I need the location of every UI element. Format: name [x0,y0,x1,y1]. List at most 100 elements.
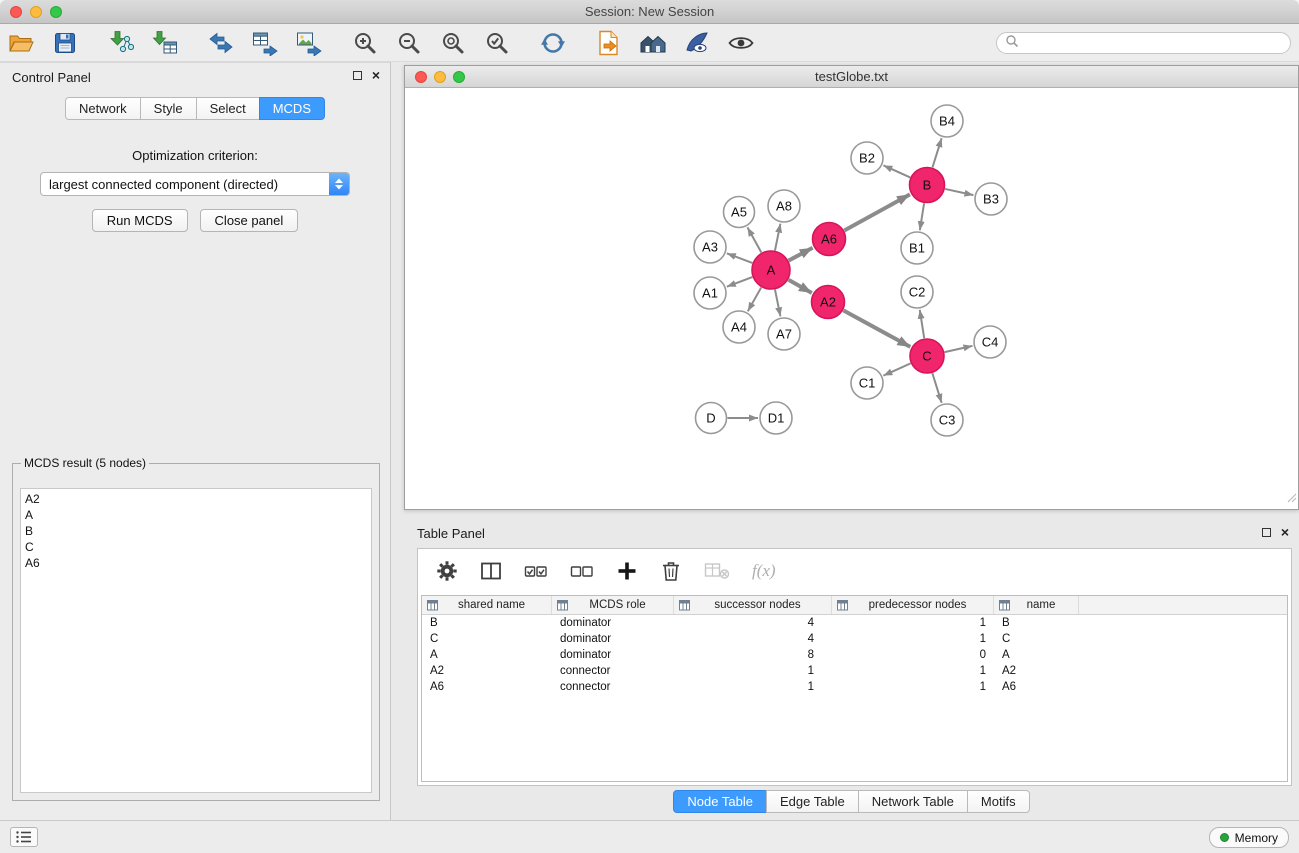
table-cell[interactable]: B [994,615,1079,631]
graph-edge-A-A2[interactable] [788,280,811,293]
memory-button[interactable]: Memory [1209,827,1289,848]
settings-gear-icon[interactable] [436,560,458,582]
search-field[interactable] [996,32,1291,54]
graph-node-C1[interactable]: C1 [851,367,883,399]
graph-node-A6[interactable]: A6 [813,223,846,256]
mcds-result-item[interactable]: C [21,539,371,555]
table-cell[interactable]: C [422,631,552,647]
table-cell[interactable]: 1 [674,663,832,679]
graph-edge-A-A1[interactable] [727,277,752,287]
table-cell[interactable]: 1 [832,631,994,647]
mcds-result-item[interactable]: A6 [21,555,371,571]
graph-edge-A-A4[interactable] [748,287,761,311]
refresh-icon[interactable] [540,30,566,56]
criterion-dropdown[interactable]: largest connected component (directed) [40,172,350,196]
zoom-fit-icon[interactable] [440,30,466,56]
graph-edge-A-A6[interactable] [789,248,813,261]
float-panel-icon[interactable] [353,71,362,80]
table-row[interactable]: Adominator80A [422,647,1287,663]
column-header-successor-nodes[interactable]: successor nodes [674,596,832,614]
search-input[interactable] [1024,36,1282,51]
table-tab-network-table[interactable]: Network Table [858,790,968,813]
table-row[interactable]: A2connector11A2 [422,663,1287,679]
mcds-result-item[interactable]: A2 [21,491,371,507]
graph-node-A1[interactable]: A1 [694,277,726,309]
graph-edge-B-B2[interactable] [883,165,910,177]
table-row[interactable]: A6connector11A6 [422,679,1287,695]
import-table-icon[interactable] [152,30,178,56]
graph-node-A5[interactable]: A5 [724,197,755,228]
table-cell[interactable]: A6 [422,679,552,695]
table-row[interactable]: Bdominator41B [422,615,1287,631]
graph-edge-B-B4[interactable] [933,138,942,167]
mcds-result-item[interactable]: A [21,507,371,523]
graph-node-B3[interactable]: B3 [975,183,1007,215]
table-row[interactable]: Cdominator41C [422,631,1287,647]
table-cell[interactable]: 1 [832,679,994,695]
column-header-MCDS-role[interactable]: MCDS role [552,596,674,614]
table-cell[interactable]: A2 [422,663,552,679]
graph-edge-C-C1[interactable] [883,363,910,375]
table-cell[interactable]: 1 [832,663,994,679]
graph-node-A2[interactable]: A2 [812,286,845,319]
table-cell[interactable]: dominator [552,647,674,663]
delete-column-icon[interactable] [660,560,682,582]
table-cell[interactable]: B [422,615,552,631]
table-cell[interactable]: 0 [832,647,994,663]
table-cell[interactable]: 4 [674,615,832,631]
table-cell[interactable]: 1 [832,615,994,631]
table-cell[interactable]: 8 [674,647,832,663]
minimize-window-button[interactable] [30,6,42,18]
zoom-selected-icon[interactable] [484,30,510,56]
graph-edge-A-A5[interactable] [747,227,761,252]
graph-edge-A6-B[interactable] [844,194,910,230]
close-table-panel-icon[interactable]: × [1281,527,1289,537]
export-network-icon[interactable] [208,30,234,56]
table-cell[interactable]: A [422,647,552,663]
graph-node-B4[interactable]: B4 [931,105,963,137]
graph-node-C[interactable]: C [910,339,944,373]
float-table-panel-icon[interactable] [1262,528,1271,537]
graph-node-A3[interactable]: A3 [694,231,726,263]
select-all-icon[interactable] [524,560,548,582]
export-image-icon[interactable] [296,30,322,56]
zoom-in-icon[interactable] [352,30,378,56]
graph-node-D[interactable]: D [696,403,727,434]
column-header-name[interactable]: name [994,596,1079,614]
network-zoom-button[interactable] [453,71,465,83]
run-mcds-button[interactable]: Run MCDS [92,209,188,232]
save-session-icon[interactable] [52,30,78,56]
graph-node-A[interactable]: A [752,251,790,289]
close-panel-button[interactable]: Close panel [200,209,299,232]
graph-edge-B-B3[interactable] [945,189,973,195]
graph-node-C4[interactable]: C4 [974,326,1006,358]
table-cell[interactable]: connector [552,679,674,695]
double-house-icon[interactable] [640,30,666,56]
control-tab-style[interactable]: Style [140,97,197,120]
table-cell[interactable]: 1 [674,679,832,695]
graph-edge-A2-C[interactable] [843,310,910,347]
graph-edge-C-C3[interactable] [932,373,941,403]
close-window-button[interactable] [10,6,22,18]
table-cell[interactable]: 4 [674,631,832,647]
network-minimize-button[interactable] [434,71,446,83]
graph-node-D1[interactable]: D1 [760,402,792,434]
close-panel-icon[interactable]: × [372,70,380,80]
table-cell[interactable]: A6 [994,679,1079,695]
network-canvas[interactable]: B4B2BB3A5A8A6B1A3AC2A1A2A4A7C4CC1C3DD1 [405,89,1298,509]
graph-node-B2[interactable]: B2 [851,142,883,174]
table-cell[interactable]: C [994,631,1079,647]
column-visibility-icon[interactable] [480,560,502,582]
zoom-out-icon[interactable] [396,30,422,56]
resize-grip-icon[interactable] [1285,490,1297,508]
open-session-icon[interactable] [8,30,34,56]
table-tab-node-table[interactable]: Node Table [673,790,767,813]
graphics-details-icon[interactable] [684,30,710,56]
table-cell[interactable]: dominator [552,615,674,631]
document-export-icon[interactable] [596,30,622,56]
control-tab-network[interactable]: Network [65,97,141,120]
graph-edge-C-C2[interactable] [920,310,924,338]
table-tab-motifs[interactable]: Motifs [967,790,1030,813]
table-tab-edge-table[interactable]: Edge Table [766,790,859,813]
graph-edge-B-B1[interactable] [920,203,924,230]
